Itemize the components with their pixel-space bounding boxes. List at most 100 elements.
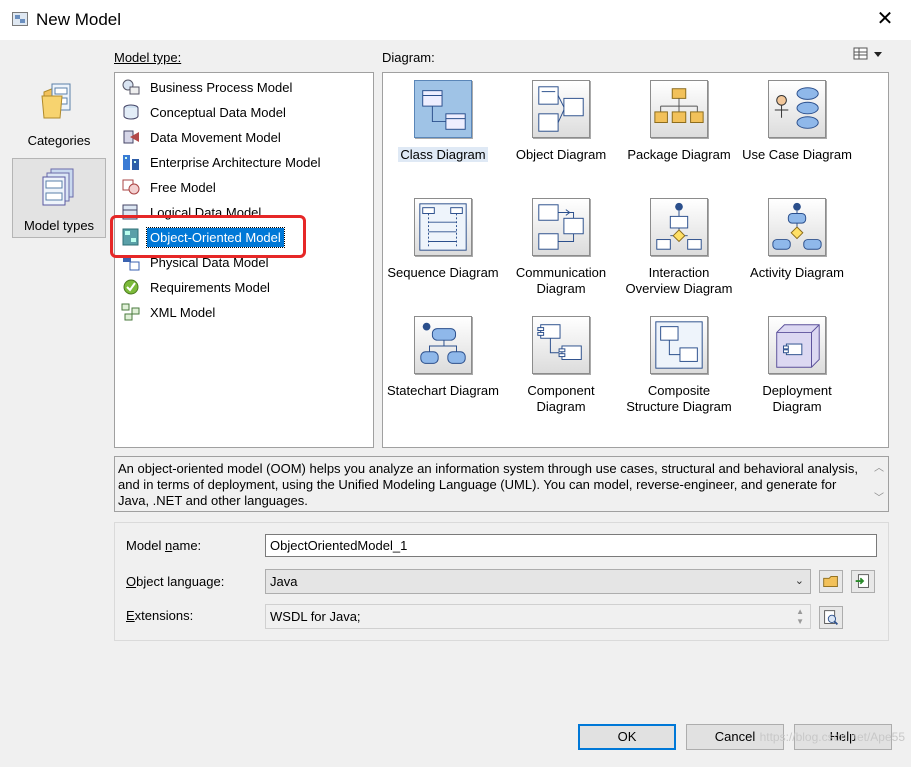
package-diagram-icon — [650, 80, 708, 138]
list-item-business-process-model[interactable]: Business Process Model — [121, 76, 371, 98]
diagram-label: Statechart Diagram — [387, 383, 499, 398]
list-item-physical-data-model[interactable]: Physical Data Model — [121, 251, 371, 273]
spinner-icon[interactable]: ▲ ▼ — [796, 607, 804, 627]
model-types-icon — [42, 168, 74, 206]
diagram-object[interactable]: Object Diagram — [502, 80, 620, 163]
select-extensions-button[interactable] — [819, 606, 843, 629]
model-name-value: ObjectOrientedModel_1 — [270, 538, 408, 553]
ok-button[interactable]: OK — [578, 724, 676, 750]
diagram-use-case[interactable]: Use Case Diagram — [738, 80, 856, 163]
close-icon[interactable]: ✕ — [873, 8, 897, 32]
scroll-down-icon[interactable]: ﹀ — [874, 491, 884, 507]
window-title: New Model — [36, 10, 122, 29]
import-icon — [855, 574, 869, 588]
diagram-package[interactable]: Package Diagram — [620, 80, 738, 163]
object-language-label: Object language: — [126, 574, 225, 589]
import-language-button[interactable] — [851, 570, 875, 593]
conceptual-data-icon — [123, 104, 139, 120]
diagram-label: Interaction Overview Diagram — [625, 265, 733, 296]
use-case-diagram-icon — [768, 80, 826, 138]
physical-data-icon — [123, 255, 140, 271]
diagram-label: Class Diagram — [398, 147, 488, 162]
model-name-input[interactable]: ObjectOrientedModel_1 — [265, 534, 877, 557]
model-name-label: Model name: — [126, 538, 202, 553]
diagram-composite-structure[interactable]: Composite Structure Diagram — [620, 316, 738, 415]
object-oriented-icon — [122, 228, 139, 246]
model-types-button[interactable]: Model types — [12, 158, 106, 238]
diagram-interaction-overview[interactable]: Interaction Overview Diagram — [620, 198, 738, 297]
xml-model-icon — [121, 303, 140, 321]
composite-structure-icon — [650, 316, 708, 374]
diagram-label: Object Diagram — [515, 147, 607, 162]
list-item-label: Requirements Model — [150, 279, 270, 295]
list-item-label: Conceptual Data Model — [150, 104, 286, 120]
list-item-label: Data Movement Model — [150, 129, 281, 145]
model-type-list[interactable]: Business Process Model Conceptual Data M… — [114, 72, 374, 448]
watermark: https://blog.csdn.net/Ape55 — [759, 730, 905, 744]
list-item-label: Enterprise Architecture Model — [150, 154, 321, 170]
diagram-communication[interactable]: Communication Diagram — [502, 198, 620, 297]
interaction-overview-icon — [650, 198, 708, 256]
diagram-label: Package Diagram — [627, 147, 731, 162]
list-item-label: Object-Oriented Model — [146, 226, 285, 248]
list-item-label: Physical Data Model — [150, 254, 269, 270]
list-item-label: XML Model — [150, 304, 216, 320]
diagram-statechart[interactable]: Statechart Diagram — [384, 316, 502, 399]
diagram-class[interactable]: Class Diagram — [384, 80, 502, 163]
diagram-activity[interactable]: Activity Diagram — [738, 198, 856, 281]
list-item-logical-data-model[interactable]: Logical Data Model — [121, 201, 371, 223]
categories-folder-icon — [41, 83, 71, 119]
list-item-label: Free Model — [150, 179, 216, 195]
list-item-data-movement-model[interactable]: Data Movement Model — [121, 126, 371, 148]
model-type-heading-text: Model type: — [114, 50, 182, 65]
folder-icon — [823, 576, 838, 587]
scroll-up-icon[interactable]: ︿ — [874, 461, 884, 477]
requirements-icon — [123, 279, 139, 295]
diagram-sequence[interactable]: Sequence Diagram — [384, 198, 502, 281]
sequence-diagram-icon — [414, 198, 472, 256]
list-item-xml-model[interactable]: XML Model — [121, 301, 371, 323]
categories-button[interactable]: Categories — [12, 72, 106, 152]
component-diagram-icon — [532, 316, 590, 374]
free-model-icon — [122, 179, 140, 195]
description-scrollbar[interactable]: ︿ ﹀ — [870, 457, 888, 511]
list-item-requirements-model[interactable]: Requirements Model — [121, 276, 371, 298]
diagram-label: Deployment Diagram — [762, 383, 832, 414]
diagram-label: Component Diagram — [527, 383, 595, 414]
list-item-conceptual-data-model[interactable]: Conceptual Data Model — [121, 101, 371, 123]
class-diagram-icon — [414, 80, 472, 138]
deployment-diagram-icon — [768, 316, 826, 374]
diagram-label: Use Case Diagram — [742, 147, 852, 162]
list-item-enterprise-architecture-model[interactable]: Enterprise Architecture Model — [121, 151, 371, 173]
list-item-object-oriented-model[interactable]: Object-Oriented Model — [121, 226, 371, 248]
diagram-heading: Diagram: — [382, 50, 435, 65]
diagram-label: Activity Diagram — [750, 265, 844, 280]
diagram-component[interactable]: Component Diagram — [502, 316, 620, 415]
model-window-icon — [12, 12, 28, 26]
diagram-label: Sequence Diagram — [387, 265, 499, 280]
extensions-value: WSDL for Java; — [270, 609, 361, 624]
diagram-panel[interactable]: Class Diagram Object Diagram Package Dia… — [382, 72, 889, 448]
logical-data-icon — [122, 204, 138, 220]
chevron-down-icon: ⌄ — [794, 575, 804, 587]
model-types-label: Model types — [23, 218, 95, 233]
extensions-field[interactable]: WSDL for Java; ▲ ▼ — [265, 604, 811, 629]
object-language-value: Java — [270, 574, 298, 589]
enterprise-architecture-icon — [123, 155, 139, 170]
list-item-free-model[interactable]: Free Model — [121, 176, 371, 198]
select-extensions-icon — [824, 610, 839, 625]
diagram-label: Composite Structure Diagram — [626, 383, 732, 414]
categories-label: Categories — [27, 133, 91, 148]
statechart-diagram-icon — [414, 316, 472, 374]
model-description: An object-oriented model (OOM) helps you… — [114, 456, 889, 512]
communication-diagram-icon — [532, 198, 590, 256]
browse-folder-button[interactable] — [819, 570, 843, 593]
model-type-heading: Model type: — [114, 50, 181, 65]
diagram-deployment[interactable]: Deployment Diagram — [738, 316, 856, 415]
business-process-icon — [122, 79, 140, 95]
list-item-label: Logical Data Model — [150, 204, 262, 220]
object-language-select[interactable]: Java ⌄ — [265, 569, 811, 594]
title-bar: New Model ✕ — [0, 0, 911, 40]
list-item-label: Business Process Model — [150, 79, 293, 95]
view-mode-icon[interactable] — [852, 45, 886, 65]
